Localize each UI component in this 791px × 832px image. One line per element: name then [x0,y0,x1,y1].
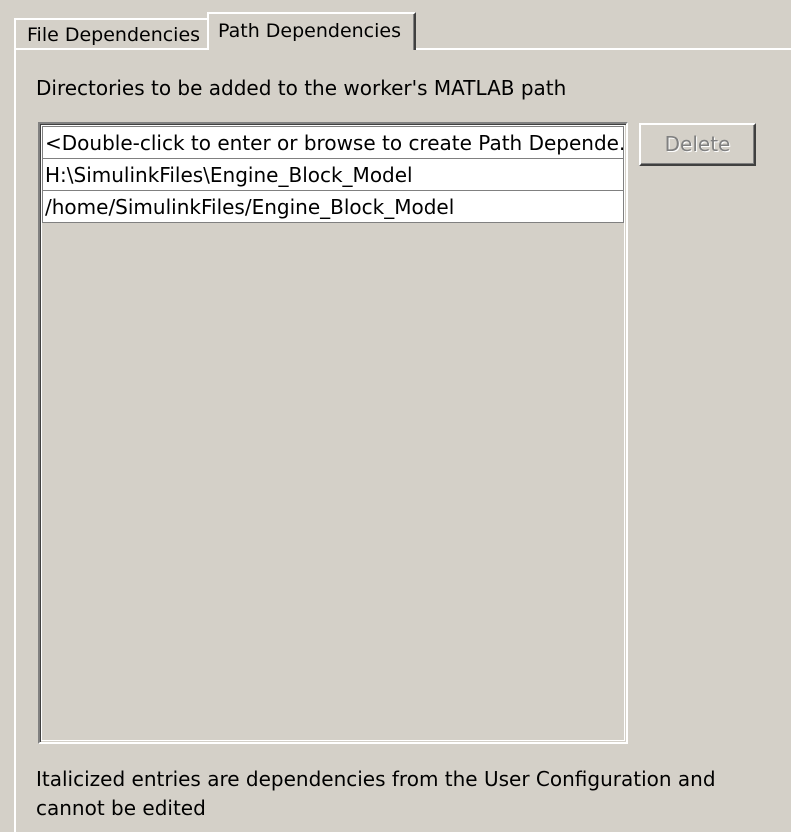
italicized-entries-note: Italicized entries are dependencies from… [36,767,716,820]
path-dependencies-list[interactable]: <Double-click to enter or browse to crea… [38,122,628,744]
panel-description: Directories to be added to the worker's … [36,76,567,100]
delete-button[interactable]: Delete [639,123,756,166]
path-dependencies-dialog: File Dependencies Path Dependencies Dire… [0,0,791,832]
list-item[interactable]: H:\SimulinkFiles\Engine_Block_Model [42,159,624,191]
tab-file-dependencies[interactable]: File Dependencies [14,18,209,48]
list-item-placeholder[interactable]: <Double-click to enter or browse to crea… [42,126,624,159]
list-body: <Double-click to enter or browse to crea… [42,126,624,740]
tab-path-dependencies[interactable]: Path Dependencies [207,12,416,50]
tab-path-dependencies-label: Path Dependencies [218,20,401,42]
tab-panel-left-border [14,48,16,832]
tab-file-dependencies-label: File Dependencies [27,24,201,46]
list-item[interactable]: /home/SimulinkFiles/Engine_Block_Model [42,191,624,223]
